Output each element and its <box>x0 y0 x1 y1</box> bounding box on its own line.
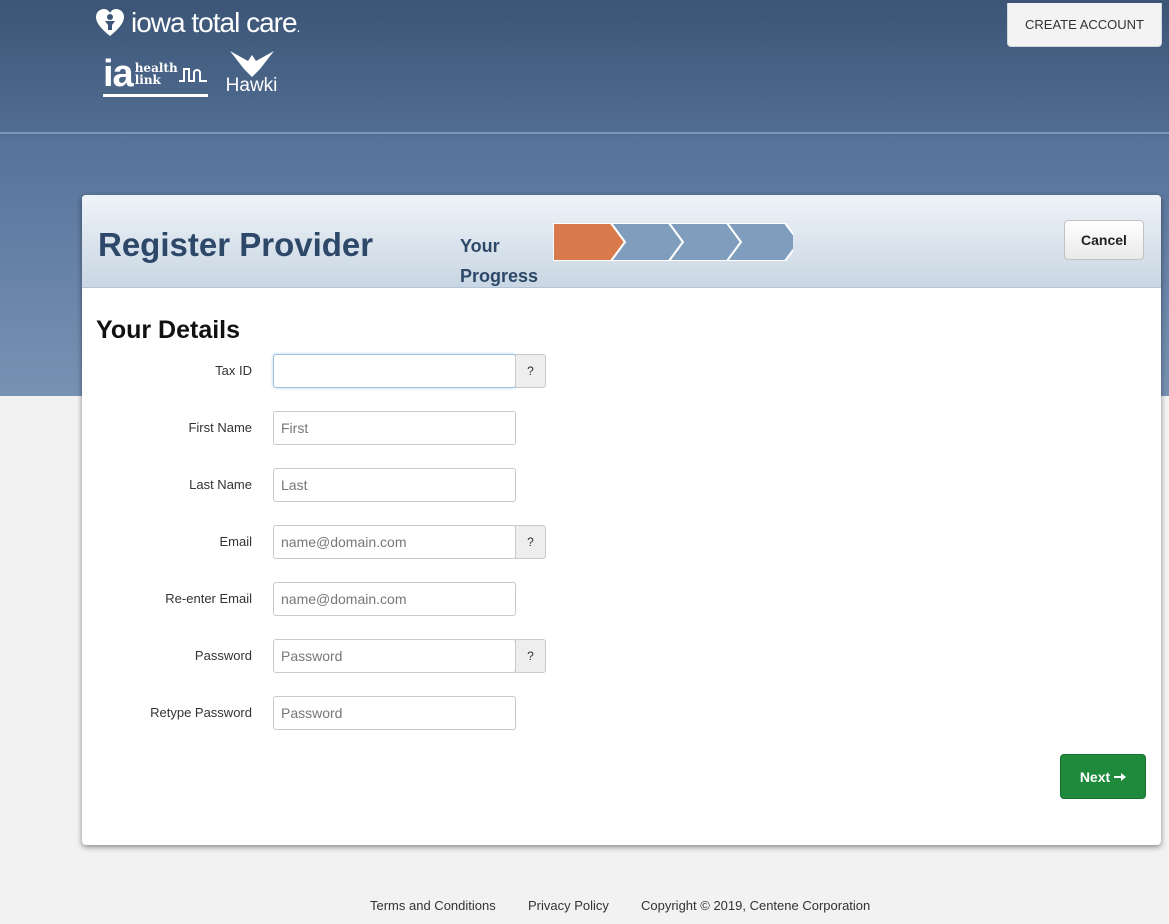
progress-label-line1: Your <box>460 236 500 256</box>
copyright-text: Copyright © 2019, Centene Corporation <box>641 898 871 913</box>
cancel-button[interactable]: Cancel <box>1064 220 1144 260</box>
email-help-button[interactable]: ? <box>515 525 546 559</box>
next-button[interactable]: Next <box>1060 754 1146 799</box>
reenter-email-label: Re-enter Email <box>165 591 252 606</box>
hawk-icon <box>229 51 274 77</box>
tax-id-help-button[interactable]: ? <box>515 354 546 388</box>
brand-name: iowa total care <box>131 7 298 38</box>
progress-steps <box>553 223 793 261</box>
hawki-logo: Hawki <box>225 49 278 97</box>
create-account-button[interactable]: CREATE ACCOUNT <box>1007 3 1162 47</box>
health-link-squiggle-icon <box>178 68 207 82</box>
password-input[interactable] <box>273 639 516 673</box>
progress-label-line2: Progress <box>460 266 539 286</box>
logo-area[interactable]: iowa total care. ia health link Hawki <box>95 7 301 97</box>
progress-label: Your Progress <box>460 231 538 291</box>
page-title: Register Provider <box>98 226 374 263</box>
password-label: Password <box>194 648 252 663</box>
email-input[interactable] <box>273 525 516 559</box>
last-name-label: Last Name <box>189 477 252 492</box>
arrow-right-icon <box>1114 772 1127 781</box>
ia-health-link-logo: ia health link <box>103 53 208 97</box>
brand-suffix: . <box>296 19 301 35</box>
reenter-email-input[interactable] <box>273 582 516 616</box>
iowa-total-care-logo[interactable]: iowa total care. <box>95 7 301 39</box>
email-label: Email <box>219 534 252 549</box>
first-name-label: First Name <box>188 420 252 435</box>
card-header: Register Provider Your Progress Cancel <box>82 195 1161 288</box>
last-name-input[interactable] <box>273 468 516 502</box>
first-name-input[interactable] <box>273 411 516 445</box>
terms-link[interactable]: Terms and Conditions <box>370 898 496 913</box>
ia-logo-mark: ia <box>103 53 134 95</box>
retype-password-label: Retype Password <box>150 705 252 720</box>
heart-person-icon <box>96 9 124 36</box>
section-title: Your Details <box>96 316 241 344</box>
tax-id-label: Tax ID <box>215 363 252 378</box>
password-help-button[interactable]: ? <box>515 639 546 673</box>
header-divider <box>0 132 1169 134</box>
register-card: Register Provider Your Progress Cancel Y… <box>82 195 1161 845</box>
retype-password-input[interactable] <box>273 696 516 730</box>
hawki-label: Hawki <box>225 75 278 96</box>
tax-id-input[interactable] <box>273 354 516 388</box>
privacy-link[interactable]: Privacy Policy <box>528 898 609 913</box>
ia-logo-line2: link <box>134 73 161 87</box>
next-label: Next <box>1079 768 1111 785</box>
